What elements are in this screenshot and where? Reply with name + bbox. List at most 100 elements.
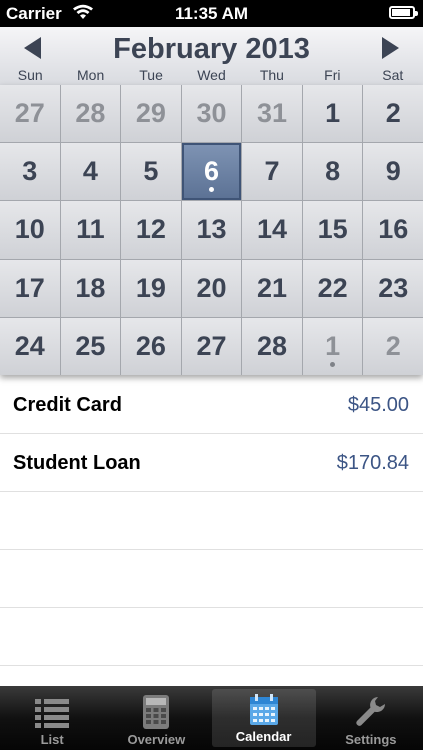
calendar-header: February 2013 Sun Mon Tue Wed Thu Fri Sa… bbox=[0, 27, 423, 86]
list-item bbox=[0, 608, 423, 666]
weekday-label: Fri bbox=[324, 67, 341, 83]
calendar-day[interactable]: 15 bbox=[302, 201, 363, 259]
calendar-day[interactable]: 27 bbox=[181, 317, 242, 375]
day-number: 5 bbox=[143, 156, 159, 187]
calendar-day[interactable]: 2 bbox=[363, 317, 423, 375]
day-number: 8 bbox=[325, 156, 341, 187]
day-number: 24 bbox=[14, 330, 45, 361]
calendar-day[interactable]: 1 bbox=[302, 85, 363, 143]
weekday-label: Sat bbox=[382, 67, 404, 83]
day-number: 1 bbox=[325, 98, 341, 129]
day-number: 7 bbox=[264, 156, 280, 187]
payment-name: Student Loan bbox=[13, 452, 141, 474]
day-number: 22 bbox=[317, 272, 348, 303]
tab-settings[interactable]: Settings bbox=[319, 686, 423, 750]
day-number: 15 bbox=[317, 214, 348, 245]
calendar-day[interactable]: 10 bbox=[0, 201, 60, 259]
next-month-button[interactable] bbox=[382, 37, 399, 59]
day-number: 13 bbox=[196, 214, 227, 245]
list-item[interactable]: Credit Card $45.00 bbox=[0, 376, 423, 434]
calendar-day[interactable]: 9 bbox=[363, 143, 423, 201]
calendar-day[interactable]: 1 bbox=[302, 317, 363, 375]
calendar-day[interactable]: 26 bbox=[121, 317, 181, 375]
day-number: 12 bbox=[135, 214, 166, 245]
calendar-day[interactable]: 13 bbox=[181, 201, 242, 259]
calendar-day[interactable]: 18 bbox=[60, 259, 121, 317]
calendar-day[interactable]: 5 bbox=[121, 143, 181, 201]
calendar-day[interactable]: 30 bbox=[181, 85, 242, 143]
day-number: 23 bbox=[378, 272, 409, 303]
list-item[interactable]: Student Loan $170.84 bbox=[0, 434, 423, 492]
tab-overview[interactable]: Overview bbox=[104, 686, 208, 750]
weekday-label: Mon bbox=[77, 67, 105, 83]
day-number: 27 bbox=[14, 98, 45, 129]
calendar-day[interactable]: 28 bbox=[60, 85, 121, 143]
calendar-day[interactable]: 16 bbox=[363, 201, 423, 259]
calendar-day[interactable]: 3 bbox=[0, 143, 60, 201]
payment-name: Credit Card bbox=[13, 394, 122, 416]
day-number: 25 bbox=[75, 330, 106, 361]
calendar-day[interactable]: 17 bbox=[0, 259, 60, 317]
day-number: 18 bbox=[75, 272, 106, 303]
day-number: 2 bbox=[385, 98, 401, 129]
day-number: 28 bbox=[257, 330, 288, 361]
tab-label: Overview bbox=[127, 732, 186, 747]
month-title: February 2013 bbox=[113, 33, 310, 65]
calendar-day[interactable]: 23 bbox=[363, 259, 423, 317]
calendar-day[interactable]: 21 bbox=[242, 259, 302, 317]
day-number: 30 bbox=[196, 98, 227, 129]
calendar-day[interactable]: 12 bbox=[121, 201, 181, 259]
calendar-day[interactable]: 7 bbox=[242, 143, 302, 201]
weekday-label: Sun bbox=[17, 67, 43, 83]
calendar-grid: 27 28 29 30 31 1 2 3 4 5 6 7 8 9 10 11 12 13 14 15 16 17 18 19 2… bbox=[0, 85, 423, 375]
day-number: 4 bbox=[82, 156, 98, 187]
tab-bar: List Overview Calendar Settings bbox=[0, 686, 423, 750]
calendar-day[interactable]: 31 bbox=[242, 85, 302, 143]
calendar-day[interactable]: 8 bbox=[302, 143, 363, 201]
tab-label: List bbox=[40, 732, 64, 747]
list-item bbox=[0, 492, 423, 550]
day-number: 1 bbox=[325, 330, 341, 361]
day-number: 14 bbox=[257, 214, 288, 245]
weekday-row: Sun Mon Tue Wed Thu Fri Sat bbox=[0, 67, 423, 83]
day-number: 6 bbox=[203, 156, 219, 187]
calendar-day[interactable]: 27 bbox=[0, 85, 60, 143]
calendar-day-selected[interactable]: 6 bbox=[181, 143, 242, 201]
day-number: 16 bbox=[378, 214, 409, 245]
calendar-day[interactable]: 14 bbox=[242, 201, 302, 259]
calendar-day[interactable]: 2 bbox=[363, 85, 423, 143]
day-number: 28 bbox=[75, 98, 106, 129]
calendar-day[interactable]: 4 bbox=[60, 143, 121, 201]
calendar-day[interactable]: 11 bbox=[60, 201, 121, 259]
tab-label: Calendar bbox=[235, 729, 292, 744]
day-number: 3 bbox=[22, 156, 38, 187]
tab-list[interactable]: List bbox=[0, 686, 104, 750]
day-number: 11 bbox=[76, 214, 105, 245]
day-number: 27 bbox=[196, 330, 227, 361]
day-number: 31 bbox=[257, 98, 288, 129]
status-bar: Carrier 11:35 AM bbox=[0, 0, 423, 27]
payment-list: Credit Card $45.00 Student Loan $170.84 bbox=[0, 376, 423, 686]
calendar-day[interactable]: 28 bbox=[242, 317, 302, 375]
calendar-day[interactable]: 19 bbox=[121, 259, 181, 317]
battery-icon bbox=[389, 6, 418, 19]
calendar-day[interactable]: 22 bbox=[302, 259, 363, 317]
day-number: 20 bbox=[196, 272, 227, 303]
wrench-icon bbox=[353, 694, 389, 730]
calendar-day[interactable]: 25 bbox=[60, 317, 121, 375]
weekday-label: Wed bbox=[197, 67, 226, 83]
day-number: 19 bbox=[135, 272, 166, 303]
calendar-day[interactable]: 20 bbox=[181, 259, 242, 317]
calendar-day[interactable]: 29 bbox=[121, 85, 181, 143]
weekday-label: Tue bbox=[139, 67, 163, 83]
payment-amount: $45.00 bbox=[347, 394, 409, 416]
day-number: 17 bbox=[14, 272, 45, 303]
weekday-label: Thu bbox=[259, 67, 284, 83]
day-number: 21 bbox=[257, 272, 288, 303]
tab-label: Settings bbox=[345, 732, 397, 747]
calendar-day[interactable]: 24 bbox=[0, 317, 60, 375]
list-item bbox=[0, 550, 423, 608]
battery-fill bbox=[392, 9, 410, 16]
calendar-icon bbox=[248, 693, 280, 727]
tab-calendar[interactable]: Calendar bbox=[211, 689, 316, 747]
